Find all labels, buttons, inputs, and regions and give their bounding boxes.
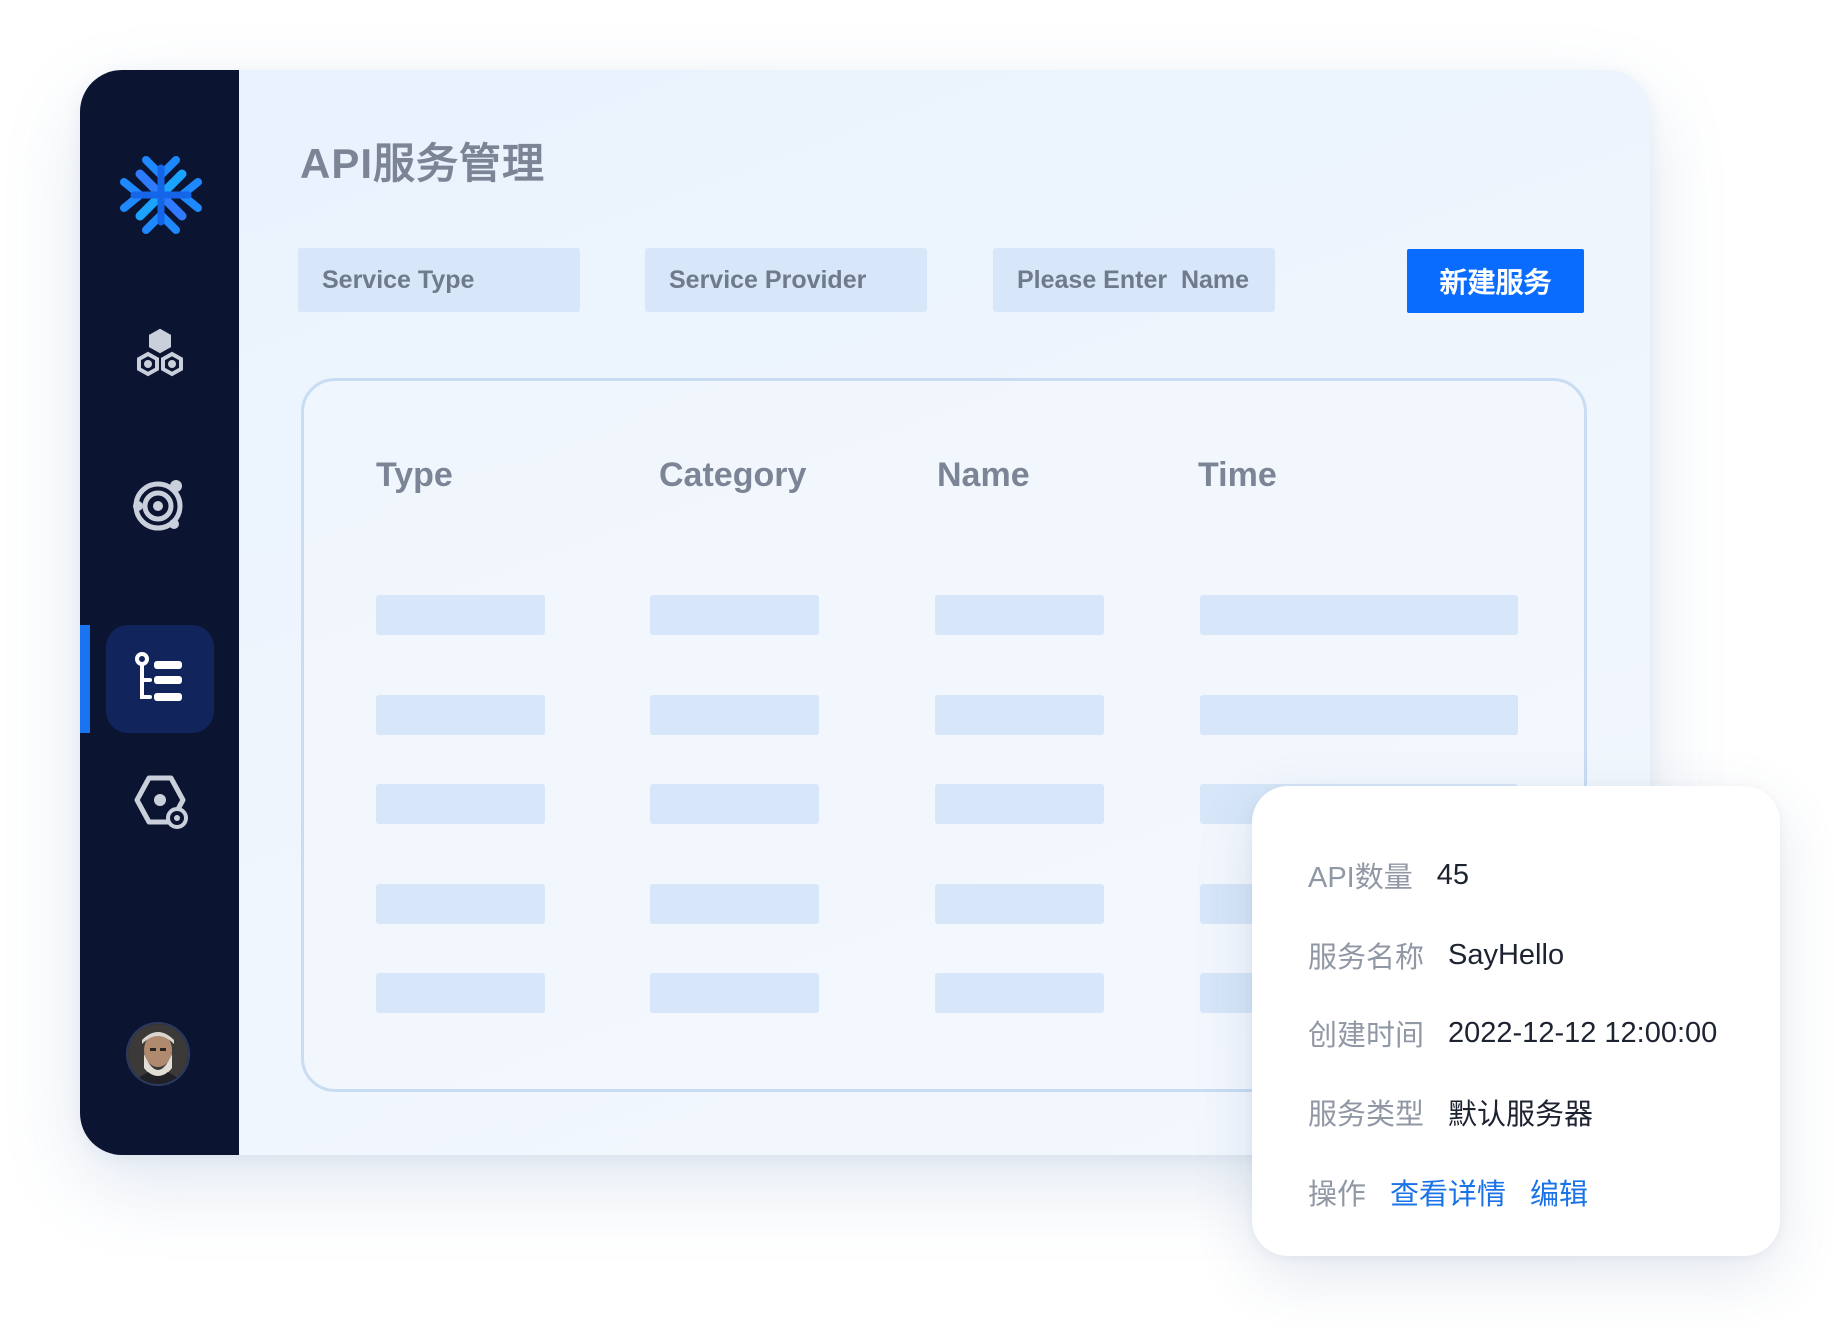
table-row-placeholder [650, 695, 819, 735]
detail-service-type-label: 服务类型 [1308, 1099, 1425, 1131]
table-row-placeholder [1200, 595, 1518, 635]
table-row-placeholder [376, 884, 545, 924]
list-tree-icon [135, 652, 182, 701]
service-type-placeholder: Service Type [322, 265, 475, 294]
avatar[interactable] [126, 1022, 190, 1086]
new-service-button[interactable]: 新建服务 [1407, 249, 1584, 313]
edit-link[interactable]: 编辑 [1530, 1171, 1588, 1213]
service-detail-card: API数量 45 服务名称 SayHello 创建时间 2022-12-12 1… [1252, 786, 1780, 1256]
table-row-placeholder [650, 595, 819, 635]
detail-api-count-value: 45 [1436, 858, 1470, 891]
sidebar-item-service-settings[interactable] [106, 747, 214, 855]
table-row-placeholder [650, 973, 819, 1013]
table-row-placeholder [935, 595, 1104, 635]
table-row-placeholder [376, 784, 545, 824]
sidebar-item-cluster[interactable] [106, 300, 214, 408]
column-header-category[interactable]: Category [659, 456, 806, 495]
detail-api-count-label: API数量 [1308, 862, 1413, 894]
detail-actions-label: 操作 [1308, 1179, 1367, 1211]
table-row-placeholder [935, 695, 1104, 735]
service-provider-placeholder: Service Provider [669, 265, 867, 294]
table-row-placeholder [650, 884, 819, 924]
detail-created-time-value: 2022-12-12 12:00:00 [1448, 1016, 1718, 1049]
detail-created-time-label: 创建时间 [1308, 1020, 1425, 1052]
target-icon [133, 480, 183, 531]
name-search-placeholder: Please Enter Name [1017, 265, 1250, 294]
sidebar [80, 70, 239, 1155]
detail-created-time: 创建时间 2022-12-12 12:00:00 [1308, 1012, 1717, 1054]
detail-service-name-label: 服务名称 [1308, 942, 1425, 974]
detail-service-name-value: SayHello [1448, 938, 1565, 971]
stage: API服务管理 Service Type Service Provider Pl… [0, 0, 1836, 1334]
active-nav-indicator [80, 625, 90, 733]
detail-service-type: 服务类型 默认服务器 [1308, 1091, 1593, 1133]
view-details-link[interactable]: 查看详情 [1390, 1171, 1506, 1213]
service-type-select[interactable]: Service Type [298, 248, 580, 312]
table-row-placeholder [935, 784, 1104, 824]
service-settings-icon [134, 775, 188, 829]
column-header-type[interactable]: Type [376, 456, 453, 495]
detail-service-name: 服务名称 SayHello [1308, 934, 1564, 976]
sidebar-item-target[interactable] [106, 450, 214, 558]
sidebar-item-services[interactable] [106, 625, 214, 733]
user-avatar-icon [128, 1024, 188, 1084]
table-row-placeholder [376, 695, 545, 735]
column-header-name[interactable]: Name [937, 456, 1030, 495]
page-title: API服务管理 [300, 140, 546, 187]
table-row-placeholder [1200, 695, 1518, 735]
detail-service-type-value: 默认服务器 [1448, 1099, 1594, 1131]
column-header-time[interactable]: Time [1198, 456, 1277, 495]
service-provider-select[interactable]: Service Provider [645, 248, 927, 312]
table-row-placeholder [935, 884, 1104, 924]
logo-icon [120, 156, 202, 234]
name-search-input[interactable]: Please Enter Name [993, 248, 1275, 312]
table-row-placeholder [376, 595, 545, 635]
detail-api-count: API数量 45 [1308, 854, 1469, 896]
table-row-placeholder [935, 973, 1104, 1013]
cluster-icon [137, 328, 183, 377]
table-row-placeholder [650, 784, 819, 824]
detail-actions: 操作 查看详情 编辑 [1308, 1171, 1612, 1213]
table-row-placeholder [376, 973, 545, 1013]
